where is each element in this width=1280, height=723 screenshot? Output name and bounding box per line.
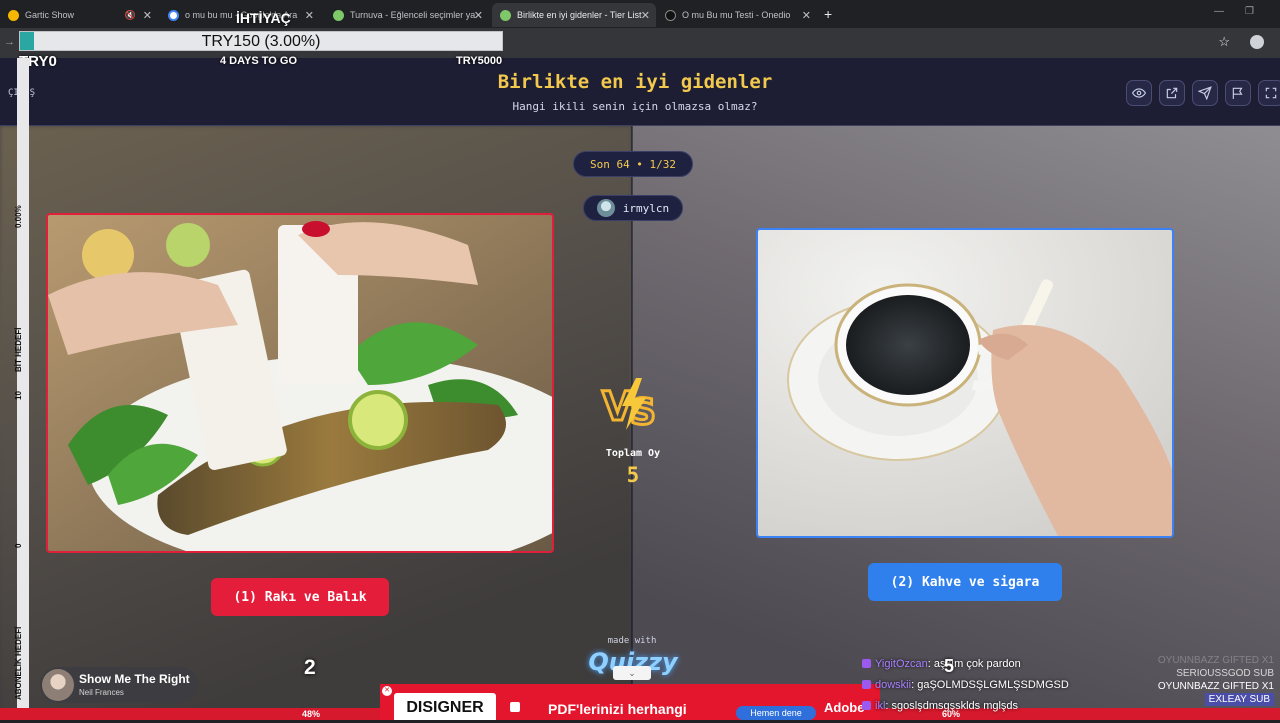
chat-user: dowskii (875, 679, 912, 691)
sub-alert: SERIOUSSGOD SUB (1176, 668, 1274, 679)
chevron-down-icon[interactable]: ⌄ (613, 666, 651, 680)
quiz-page: ÇIKIŞ Birlikte en iyi gidenler Hangi iki… (0, 58, 1280, 720)
twitch-badge-icon (862, 659, 871, 668)
ad-info-icon[interactable] (510, 702, 520, 712)
twitch-badge-icon (862, 680, 871, 689)
right-choice-button[interactable]: (2) Kahve ve sigara (868, 563, 1062, 601)
sub-alert: OYUNNBAZZ GIFTED X1 (1157, 655, 1274, 666)
gartic-favicon-icon (8, 9, 19, 21)
left-percent: 48% (302, 709, 321, 719)
tab-label: Turnuva - Eğlenceli seçimler ya (350, 10, 476, 20)
site-header: ÇIKIŞ Birlikte en iyi gidenler Hangi iki… (0, 58, 1280, 126)
chat-overlay: YigitOzcan: aşkım çok pardon dowskii: ga… (862, 658, 1162, 721)
side-sub-goal-label: ABONELİK HEDEFİ (14, 626, 23, 700)
raki-fish-image (48, 215, 552, 551)
ad-brand: Adobe (824, 700, 865, 715)
left-choice-image[interactable] (46, 213, 554, 553)
side-percent-label: 0.00% (14, 205, 23, 228)
close-icon[interactable]: ✕ (474, 9, 483, 22)
made-with-label: made with (607, 636, 657, 646)
chat-user: YigitOzcan (875, 658, 928, 670)
side-bit-goal-label: BİT HEDEFİ (14, 327, 23, 372)
twitch-badge-icon (862, 701, 871, 710)
page-title: Birlikte en iyi gidenler (497, 71, 773, 93)
left-vote-count: 2 (304, 656, 316, 679)
fullscreen-icon[interactable] (1258, 80, 1280, 106)
forward-arrow-icon[interactable]: → (4, 36, 15, 48)
close-icon[interactable]: ✕ (802, 9, 811, 22)
tab-onedio[interactable]: O mu Bu mu Testi - Onedio ✕ (657, 3, 817, 27)
new-tab-button[interactable]: + (824, 6, 832, 22)
sub-alerts: OYUNNBAZZ GIFTED X1 SERIOUSSGOD SUB OYUN… (1158, 654, 1274, 706)
sub-alert: EXLEAY SUB (1204, 693, 1274, 706)
tab-turnuva[interactable]: Turnuva - Eğlenceli seçimler ya ✕ (325, 3, 489, 27)
user-chip[interactable]: irmylcn (583, 195, 683, 221)
site-favicon-icon (333, 9, 344, 21)
ad-banner[interactable]: ✕ DISIGNER PDF'lerinizi herhangi Hemen d… (380, 684, 880, 720)
total-votes-label: Toplam Oy (605, 448, 661, 459)
mute-icon[interactable]: 🔇 (125, 10, 136, 21)
avatar (596, 199, 615, 217)
ad-close-icon[interactable]: ✕ (382, 686, 392, 696)
side-goal-panel (17, 58, 29, 708)
onedio-favicon-icon (665, 9, 676, 21)
song-title: Show Me The Right (79, 672, 190, 686)
donation-goal-bar: TRY150 (3.00%) (19, 31, 503, 51)
now-playing-widget: Show Me The Right Neil Frances (40, 667, 198, 703)
total-votes-value: 5 (626, 463, 640, 487)
extension-icon[interactable] (1250, 35, 1264, 49)
chat-message: ikl: sgoslşdmsgşsklds mglşds (862, 700, 1162, 721)
donation-goal-days: 4 DAYS TO GO (220, 55, 298, 67)
left-choice-button[interactable]: (1) Rakı ve Balık (211, 578, 389, 616)
song-artist: Neil Frances (79, 688, 124, 697)
send-icon[interactable] (1192, 80, 1218, 106)
right-choice-image[interactable] (756, 228, 1174, 538)
chat-text: gaŞOLMDSŞLGMLŞSDMGSD (917, 679, 1069, 691)
flag-icon[interactable] (1225, 80, 1251, 106)
coffee-cigarette-image (758, 230, 1172, 536)
side-ten-label: 10 (14, 391, 23, 400)
right-vote-count: 5 (944, 656, 955, 676)
tab-tier-list[interactable]: Birlikte en iyi gidenler - Tier List ✕ (492, 3, 656, 27)
chat-message: YigitOzcan: aşkım çok pardon (862, 658, 1162, 679)
browser-tab-bar: Gartic Show 🔇 ✕ o mu bu mu - Google'da A… (0, 0, 1280, 28)
chat-message: dowskii: gaŞOLMDSŞLGMLŞSDMGSD (862, 679, 1162, 700)
close-icon[interactable]: ✕ (305, 9, 314, 22)
tab-label: Gartic Show (25, 10, 75, 20)
site-favicon-icon (500, 9, 511, 21)
minimize-icon[interactable]: — (1214, 6, 1224, 17)
tab-label: Birlikte en iyi gidenler - Tier List (517, 10, 642, 20)
ad-logo: DISIGNER (394, 693, 496, 720)
maximize-icon[interactable]: ❐ (1245, 6, 1254, 17)
user-name: irmylcn (622, 201, 670, 215)
album-art (42, 669, 74, 701)
donation-goal-max: TRY5000 (456, 55, 503, 67)
chat-text: sgoslşdmsgşsklds mglşds (891, 700, 1019, 712)
side-zero-label: 0 (14, 543, 23, 548)
ad-try-button[interactable]: Hemen dene (736, 706, 816, 720)
sub-alert: OYUNNBAZZ GIFTED X1 (1157, 681, 1274, 692)
donation-goal-text: TRY150 (3.00%) (201, 33, 321, 50)
close-icon[interactable]: ✕ (143, 9, 152, 22)
bookmark-star-icon[interactable]: ☆ (1218, 34, 1230, 50)
tab-gartic-show[interactable]: Gartic Show 🔇 ✕ (0, 3, 158, 27)
round-indicator: Son 64 • 1/32 (573, 151, 693, 177)
vs-bolt-icon: V S (601, 378, 657, 432)
ad-text: PDF'lerinizi herhangi (548, 701, 687, 717)
tab-label: O mu Bu mu Testi - Onedio (682, 10, 791, 20)
share-icon[interactable] (1159, 80, 1185, 106)
close-icon[interactable]: ✕ (641, 9, 650, 22)
eye-icon[interactable] (1126, 80, 1152, 106)
page-subtitle: Hangi ikili senin için olmazsa olmaz? (512, 100, 758, 113)
donation-goal-heading: İHTİYAÇ (236, 10, 291, 26)
chat-user: ikl (875, 700, 886, 712)
google-favicon-icon (168, 9, 179, 21)
